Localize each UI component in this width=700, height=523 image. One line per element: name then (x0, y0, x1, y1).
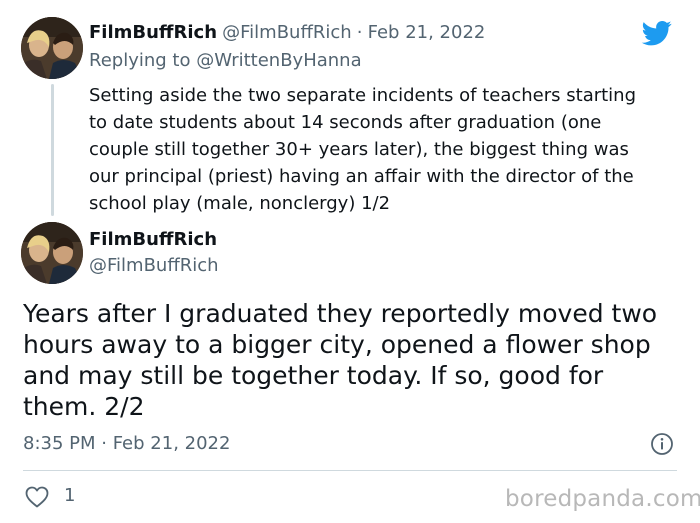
reply-header-separator: · (356, 22, 363, 43)
main-author-avatar[interactable] (21, 222, 83, 284)
info-icon[interactable] (650, 432, 674, 460)
replying-to-handle[interactable]: @WrittenByHanna (196, 50, 361, 71)
reply-author-handle[interactable]: @FilmBuffRich (222, 22, 352, 43)
main-tweet-timestamp[interactable]: 8:35 PM · Feb 21, 2022 (23, 433, 230, 454)
reply-text-line: to date students about 14 seconds after … (89, 112, 602, 133)
like-count: 1 (64, 485, 76, 506)
heart-icon[interactable] (25, 486, 49, 512)
main-text-line: hours away to a bigger city, opened a fl… (23, 330, 651, 359)
thread-connector-line (51, 84, 54, 216)
reply-text-line: school play (male, nonclergy) 1/2 (89, 193, 391, 214)
action-divider (23, 470, 677, 471)
main-text-line: and may still be together today. If so, … (23, 361, 604, 390)
main-text-line: them. 2/2 (23, 392, 145, 421)
replying-to-line: Replying to @WrittenByHanna (89, 50, 362, 71)
reply-tweet-header: FilmBuffRich @FilmBuffRich · Feb 21, 202… (89, 22, 485, 43)
replying-to-label: Replying to (89, 50, 191, 71)
watermark-text: boredpanda.com (505, 486, 700, 512)
twitter-bird-icon (640, 18, 674, 52)
reply-tweet-date[interactable]: Feb 21, 2022 (368, 22, 486, 43)
main-author-handle[interactable]: @FilmBuffRich (89, 255, 219, 276)
reply-author-name[interactable]: FilmBuffRich (89, 22, 217, 43)
main-author-name[interactable]: FilmBuffRich (89, 229, 217, 250)
reply-text-line: our principal (priest) having an affair … (89, 166, 634, 187)
reply-text-line: Setting aside the two separate incidents… (89, 85, 637, 106)
main-text-line: Years after I graduated they reportedly … (23, 299, 658, 328)
main-tweet-text: Years after I graduated they reportedly … (23, 298, 683, 422)
reply-author-avatar[interactable] (21, 17, 83, 79)
reply-tweet-text: Setting aside the two separate incidents… (89, 82, 684, 217)
reply-text-line: couple still together 30+ years later), … (89, 139, 629, 160)
